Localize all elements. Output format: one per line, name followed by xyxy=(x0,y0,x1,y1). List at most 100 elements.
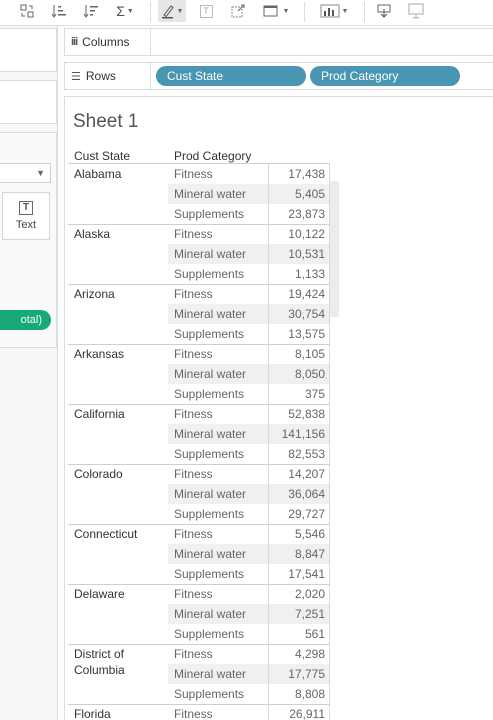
value-cell[interactable]: 17,775 xyxy=(269,664,329,684)
sheet-title: Sheet 1 xyxy=(73,111,139,132)
category-cell[interactable]: Supplements xyxy=(168,624,269,644)
value-cell[interactable]: 29,727 xyxy=(269,504,329,524)
filters-card[interactable] xyxy=(0,80,57,124)
state-label[interactable]: Alaska xyxy=(74,226,170,242)
category-cell[interactable]: Fitness xyxy=(168,464,269,484)
value-cell[interactable]: 4,298 xyxy=(269,644,329,664)
value-cell[interactable]: 17,541 xyxy=(269,564,329,584)
value-cell[interactable]: 52,838 xyxy=(269,404,329,424)
value-cell[interactable]: 23,873 xyxy=(269,204,329,224)
value-cell[interactable]: 7,251 xyxy=(269,604,329,624)
rows-shelf[interactable]: ☰ Rows Cust State Prod Category xyxy=(64,62,493,90)
state-label[interactable]: Connecticut xyxy=(74,526,170,542)
scrollbar[interactable] xyxy=(329,181,339,317)
rows-shelf-label: ☰ Rows xyxy=(65,63,151,89)
category-cell[interactable]: Mineral water xyxy=(168,604,269,624)
value-cell[interactable]: 5,546 xyxy=(269,524,329,544)
pill-prod-category[interactable]: Prod Category xyxy=(310,66,460,86)
toolbar-separator xyxy=(150,2,151,22)
category-cell[interactable]: Fitness xyxy=(168,284,269,304)
value-cell[interactable]: 19,424 xyxy=(269,284,329,304)
measure-pill[interactable]: otal) xyxy=(0,310,51,330)
column-divider xyxy=(329,224,330,284)
value-cell[interactable]: 26,911 xyxy=(269,704,329,720)
columns-icon: iii xyxy=(71,36,78,48)
pages-card[interactable] xyxy=(0,28,57,72)
left-pane: ▼ T Text otal) xyxy=(0,26,58,720)
category-cell[interactable]: Fitness xyxy=(168,584,269,604)
state-label[interactable]: Delaware xyxy=(74,586,170,602)
category-cell[interactable]: Fitness xyxy=(168,524,269,544)
value-cell[interactable]: 375 xyxy=(269,384,329,404)
state-label[interactable]: California xyxy=(74,406,170,422)
value-cell[interactable]: 36,064 xyxy=(269,484,329,504)
category-cell[interactable]: Supplements xyxy=(168,384,269,404)
state-label[interactable]: Florida xyxy=(74,706,170,720)
value-cell[interactable]: 5,405 xyxy=(269,184,329,204)
category-cell[interactable]: Fitness xyxy=(168,164,269,184)
category-cell[interactable]: Supplements xyxy=(168,684,269,704)
sort-descending-icon[interactable] xyxy=(80,0,102,22)
column-divider xyxy=(329,404,330,464)
presentation-icon[interactable] xyxy=(404,0,428,22)
value-cell[interactable]: 13,575 xyxy=(269,324,329,344)
show-me-icon[interactable]: ▼ xyxy=(316,0,352,22)
category-cell[interactable]: Fitness xyxy=(168,704,269,720)
value-cell[interactable]: 14,207 xyxy=(269,464,329,484)
mark-type-select[interactable]: ▼ xyxy=(0,163,51,183)
category-cell[interactable]: Mineral water xyxy=(168,544,269,564)
column-divider xyxy=(268,344,269,404)
state-label[interactable]: District of Columbia xyxy=(74,646,170,678)
category-cell[interactable]: Mineral water xyxy=(168,424,269,444)
category-cell[interactable]: Supplements xyxy=(168,504,269,524)
category-cell[interactable]: Mineral water xyxy=(168,664,269,684)
columns-shelf[interactable]: iii Columns xyxy=(64,28,493,56)
value-cell[interactable]: 141,156 xyxy=(269,424,329,444)
text-label-icon[interactable]: T xyxy=(196,0,216,22)
category-cell[interactable]: Fitness xyxy=(168,404,269,424)
category-cell[interactable]: Supplements xyxy=(168,444,269,464)
category-cell[interactable]: Fitness xyxy=(168,224,269,244)
value-cell[interactable]: 2,020 xyxy=(269,584,329,604)
category-cell[interactable]: Supplements xyxy=(168,264,269,284)
download-icon[interactable] xyxy=(372,0,396,22)
fix-axes-icon[interactable] xyxy=(228,0,248,22)
value-cell[interactable]: 8,808 xyxy=(269,684,329,704)
totals-icon[interactable]: Σ ▼ xyxy=(112,0,138,22)
highlight-icon[interactable]: ▼ xyxy=(158,0,186,22)
fit-icon[interactable]: ▼ xyxy=(260,0,292,22)
state-label[interactable]: Colorado xyxy=(74,466,170,482)
value-cell[interactable]: 8,105 xyxy=(269,344,329,364)
category-cell[interactable]: Mineral water xyxy=(168,484,269,504)
value-cell[interactable]: 561 xyxy=(269,624,329,644)
category-cell[interactable]: Supplements xyxy=(168,564,269,584)
value-cell[interactable]: 82,553 xyxy=(269,444,329,464)
category-cell[interactable]: Mineral water xyxy=(168,244,269,264)
marks-text-button[interactable]: T Text xyxy=(2,192,50,240)
value-cell[interactable]: 1,133 xyxy=(269,264,329,284)
value-cell[interactable]: 8,847 xyxy=(269,544,329,564)
column-divider xyxy=(329,344,330,404)
rows-label: Rows xyxy=(85,69,116,83)
state-label[interactable]: Arkansas xyxy=(74,346,170,362)
pill-cust-state[interactable]: Cust State xyxy=(156,66,306,86)
category-cell[interactable]: Supplements xyxy=(168,204,269,224)
header-cust-state[interactable]: Cust State xyxy=(74,149,130,163)
category-cell[interactable]: Supplements xyxy=(168,324,269,344)
category-cell[interactable]: Fitness xyxy=(168,344,269,364)
value-cell[interactable]: 17,438 xyxy=(269,164,329,184)
value-cell[interactable]: 8,050 xyxy=(269,364,329,384)
category-cell[interactable]: Mineral water xyxy=(168,364,269,384)
sort-ascending-icon[interactable] xyxy=(48,0,70,22)
state-label[interactable]: Alabama xyxy=(74,166,170,182)
header-prod-category[interactable]: Prod Category xyxy=(174,149,251,163)
swap-rows-columns-icon[interactable] xyxy=(16,0,38,22)
show-me-dropdown-icon: ▼ xyxy=(341,7,349,15)
category-cell[interactable]: Fitness xyxy=(168,644,269,664)
category-cell[interactable]: Mineral water xyxy=(168,184,269,204)
value-cell[interactable]: 10,122 xyxy=(269,224,329,244)
value-cell[interactable]: 30,754 xyxy=(269,304,329,324)
category-cell[interactable]: Mineral water xyxy=(168,304,269,324)
state-label[interactable]: Arizona xyxy=(74,286,170,302)
value-cell[interactable]: 10,531 xyxy=(269,244,329,264)
